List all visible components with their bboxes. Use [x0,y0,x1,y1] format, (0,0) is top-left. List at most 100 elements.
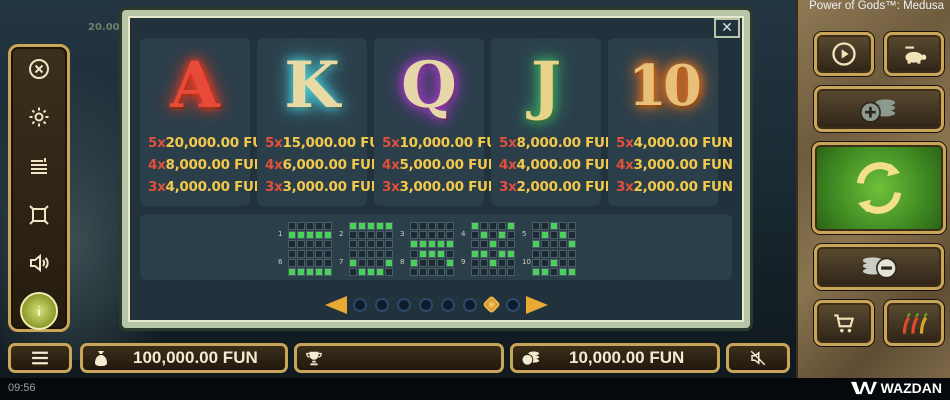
payline-cell [559,250,567,258]
payout-row: 3x4,000.00 FUN [148,176,265,198]
sound-button[interactable] [11,243,67,283]
settings-button[interactable] [11,97,67,137]
symbol-letter: 10 [628,53,702,119]
payout-amount: 4,000.00 FUN [633,135,734,151]
shop-button[interactable] [814,300,874,346]
spin-button[interactable] [812,142,946,234]
payout-amount: 3,000.00 FUN [282,179,383,195]
payline-cell [428,222,436,230]
payline-cell [385,231,393,239]
payline-cell [419,222,427,230]
payline-cell [410,240,418,248]
payline-cell [419,240,427,248]
balance-value: 100,000.00 FUN [133,348,258,367]
payline-cell [315,268,323,276]
paytable-button[interactable] [11,147,67,187]
payline-cell [306,259,314,267]
page-dot[interactable] [481,295,501,314]
symbol-payouts: 5x20,000.00 FUN 4x8,000.00 FUN 3x4,000.00 … [148,132,274,198]
payline-cell [559,259,567,267]
payline-cell [428,250,436,258]
menu-button[interactable] [8,343,72,373]
payline-cell [376,250,384,258]
symbol-card: 10 5x4,000.00 FUN 4x3,000.00 FUN 3x2,000.00… [608,38,733,206]
paytable-close-button[interactable]: ✕ [714,18,740,38]
symbol-letter: K [284,48,340,123]
page-dot[interactable] [374,298,389,312]
fullscreen-button[interactable] [11,195,67,235]
mute-button[interactable] [726,343,790,373]
payline-cell [480,231,488,239]
payline-cell [385,250,393,258]
payline-cell [507,231,515,239]
payline-cell [541,231,549,239]
symbol-letter: A [170,48,220,123]
payline-cell [541,222,549,230]
page-dot[interactable] [418,298,433,312]
bet-decrease-button[interactable] [814,244,944,290]
bet-value: 10,000.00 FUN [569,348,685,367]
payline-cell [297,250,305,258]
payline-cell [471,240,479,248]
trophy-icon [306,351,322,366]
payline-cell [367,231,375,239]
payline-cell [358,231,366,239]
payline-cell [385,268,393,276]
payline-cell [297,240,305,248]
payline-cell [306,222,314,230]
payline-cell [297,268,305,276]
payline-cell [324,268,332,276]
payline-cell [437,231,445,239]
close-menu-button[interactable] [11,49,67,89]
payline-cell [358,222,366,230]
hamburger-icon [32,351,48,365]
page-dot[interactable] [505,298,520,312]
payline-cell [385,222,393,230]
payline-cell [367,259,375,267]
payline-cell [288,259,296,267]
payline-cell [437,250,445,258]
payline-cell [428,268,436,276]
previous-page-arrow[interactable] [324,296,347,314]
info-button[interactable] [11,291,67,331]
payline-cell [480,259,488,267]
page-dot[interactable] [396,298,411,312]
next-page-arrow[interactable] [525,296,548,314]
payout-multiplier: 3x [265,179,283,195]
payline-cell [288,240,296,248]
symbol-card: J 5x8,000.00 FUN 4x4,000.00 FUN 3x2,000.00 … [491,38,616,206]
symbol-payouts: 5x8,000.00 FUN 4x4,000.00 FUN 3x2,000.00 F… [499,132,616,198]
payline-cell [349,250,357,258]
page-dot[interactable] [462,298,477,312]
page-dot[interactable] [440,298,455,312]
payline-number: 8 [400,258,405,266]
wazdan-logo-icon [850,381,877,395]
payline-cell [471,231,479,239]
payline-cell [507,250,515,258]
turtle-icon [905,46,927,64]
payline-cell [532,231,540,239]
payout-multiplier: 3x [382,179,400,195]
payout-row: 4x8,000.00 FUN [148,154,265,176]
page-dot[interactable] [352,298,367,312]
payline-cell [498,250,506,258]
payline-cell [471,222,479,230]
payline-cell [498,231,506,239]
payline-cell [419,250,427,258]
payout-amount: 2,000.00 FUN [633,179,734,195]
payout-multiplier: 4x [616,157,634,173]
volatility-button[interactable] [884,300,944,346]
autoplay-button[interactable] [814,32,874,76]
game-title: Power of Gods™: Medusa [809,0,944,12]
payline-cell [419,268,427,276]
payline-cell [288,250,296,258]
payout-multiplier: 3x [616,179,634,195]
payline-cell [568,240,576,248]
turbo-button[interactable] [884,32,944,76]
symbol-payouts: 5x4,000.00 FUN 4x3,000.00 FUN 3x2,000.00 F… [616,132,733,198]
payline-cell [446,240,454,248]
payout-multiplier: 5x [616,135,634,151]
payline-cell [550,231,558,239]
bet-increase-button[interactable] [814,86,944,132]
payout-row: 3x3,000.00 FUN [382,176,499,198]
